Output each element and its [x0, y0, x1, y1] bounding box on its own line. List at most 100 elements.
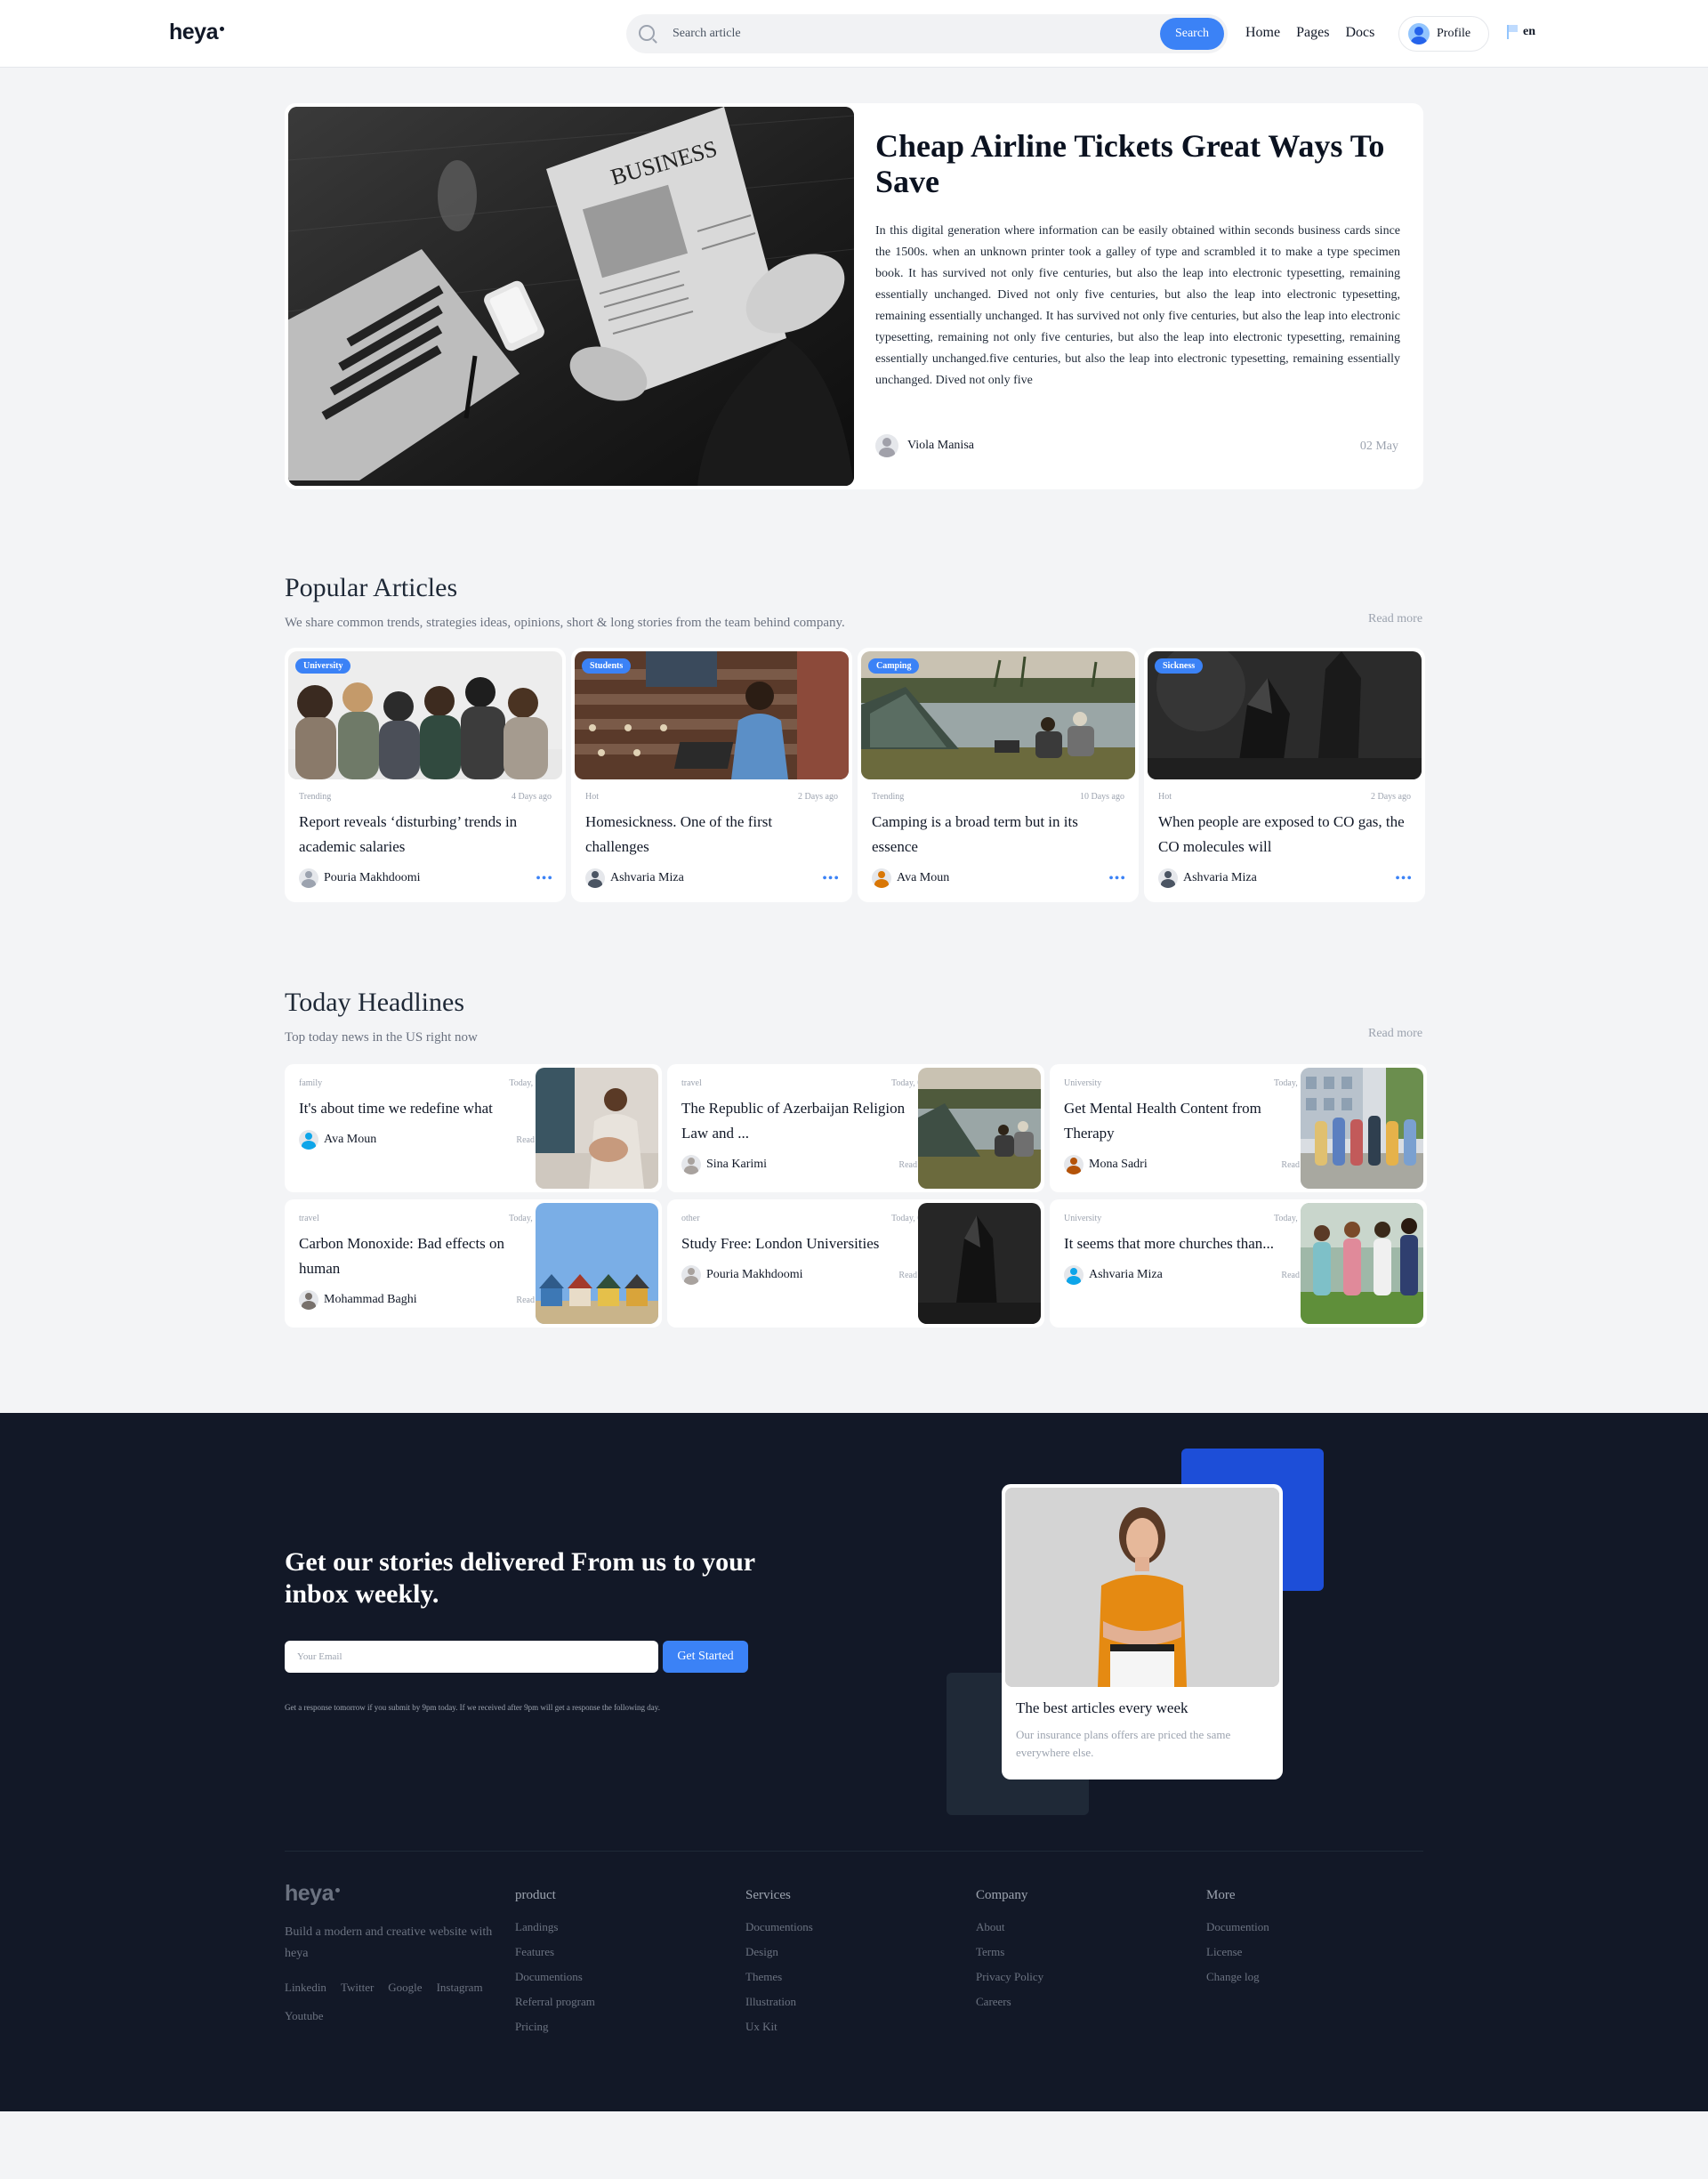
footer-link[interactable]: Documentions — [745, 1919, 813, 1935]
category-badge[interactable]: Students — [582, 658, 632, 674]
footer-column-title: product — [515, 1888, 556, 1902]
popular-read-more-link[interactable]: Read more — [1368, 612, 1422, 626]
footer-link[interactable]: Careers — [976, 1994, 1043, 2010]
main-nav: Home Pages Docs — [1245, 25, 1374, 41]
headline-card[interactable]: University Today, 10:00 Get Mental Healt… — [1050, 1064, 1427, 1192]
footer-link[interactable]: Pricing — [515, 2019, 595, 2035]
article-title[interactable]: Homesickness. One of the first challenge… — [585, 810, 838, 859]
article-time: 4 Days ago — [512, 792, 552, 802]
article-title[interactable]: When people are exposed to CO gas, the C… — [1158, 810, 1411, 859]
language-selector[interactable]: en — [1507, 25, 1535, 39]
footer-link[interactable]: Documention — [1206, 1919, 1269, 1935]
featured-article-author[interactable]: Viola Manisa — [875, 434, 974, 457]
footer-link[interactable]: Design — [745, 1944, 813, 1960]
category-badge[interactable]: Camping — [868, 658, 920, 674]
popular-articles-subtitle: We share common trends, strategies ideas… — [285, 616, 845, 630]
footer-column-product: product Landings Features Documentions R… — [515, 1888, 595, 2044]
newsletter-email-input[interactable] — [285, 1641, 658, 1673]
search-input[interactable] — [673, 14, 1100, 53]
headline-card[interactable]: travel Today, 09:30 The Republic of Azer… — [667, 1064, 1044, 1192]
more-options-icon[interactable]: ••• — [536, 872, 553, 886]
headline-category: family — [299, 1078, 323, 1088]
author-name: Ashvaria Miza — [610, 871, 684, 884]
featured-article[interactable]: BUSINESS Cheap Airline Tickets Great Way… — [285, 103, 1423, 489]
headline-author[interactable]: Ashvaria Miza — [1064, 1265, 1163, 1285]
headline-card[interactable]: family Today, 11:20 It's about time we r… — [285, 1064, 662, 1192]
author-avatar — [681, 1265, 701, 1285]
social-linkedin-link[interactable]: Linkedin — [285, 1981, 326, 1995]
headline-title[interactable]: Carbon Monoxide: Bad effects on human — [299, 1231, 530, 1281]
footer-link[interactable]: Documentions — [515, 1969, 595, 1985]
author-avatar — [1064, 1265, 1084, 1285]
search-button[interactable]: Search — [1160, 18, 1224, 50]
category-badge[interactable]: Sickness — [1155, 658, 1204, 674]
article-card[interactable]: University Trending 4 Days ago Report re… — [285, 648, 566, 902]
profile-label: Profile — [1437, 27, 1471, 40]
footer-column-services: Services Documentions Design Themes Illu… — [745, 1888, 813, 2044]
article-title[interactable]: Camping is a broad term but in its essen… — [872, 810, 1124, 859]
article-card[interactable]: Sickness Hot 2 Days ago When people are … — [1144, 648, 1425, 902]
headline-author[interactable]: Pouria Makhdoomi — [681, 1265, 803, 1285]
author-name: Mohammad Baghi — [324, 1293, 417, 1306]
footer-link[interactable]: Landings — [515, 1919, 595, 1935]
social-twitter-link[interactable]: Twitter — [341, 1981, 374, 1995]
article-author[interactable]: Pouria Makhdoomi — [299, 868, 421, 888]
headline-image — [918, 1068, 1041, 1189]
social-youtube-link[interactable]: Youtube — [285, 2009, 323, 2023]
logo[interactable]: heya — [169, 20, 224, 45]
more-options-icon[interactable]: ••• — [822, 872, 840, 886]
headline-image — [536, 1068, 658, 1189]
nav-pages[interactable]: Pages — [1296, 25, 1329, 41]
headline-author[interactable]: Sina Karimi — [681, 1155, 767, 1174]
headline-author[interactable]: Mona Sadri — [1064, 1155, 1148, 1174]
more-options-icon[interactable]: ••• — [1108, 872, 1126, 886]
headlines-read-more-link[interactable]: Read more — [1368, 1027, 1422, 1041]
promo-title: The best articles every week — [1016, 1699, 1188, 1716]
nav-home[interactable]: Home — [1245, 25, 1280, 41]
more-options-icon[interactable]: ••• — [1395, 872, 1413, 886]
promo-card[interactable]: The best articles every week Our insuran… — [1002, 1484, 1283, 1780]
headline-card[interactable]: University Today, 10:00 It seems that mo… — [1050, 1199, 1427, 1328]
footer-link[interactable]: Terms — [976, 1944, 1043, 1960]
headline-card[interactable]: travel Today, 14:50 Carbon Monoxide: Bad… — [285, 1199, 662, 1328]
category-badge[interactable]: University — [295, 658, 351, 674]
get-started-button[interactable]: Get Started — [663, 1641, 748, 1673]
article-title[interactable]: Report reveals ‘disturbing’ trends in ac… — [299, 810, 552, 859]
headline-title[interactable]: The Republic of Azerbaijan Religion Law … — [681, 1096, 913, 1146]
footer-link[interactable]: Illustration — [745, 1994, 813, 2010]
social-google-link[interactable]: Google — [388, 1981, 422, 1995]
author-avatar — [875, 434, 898, 457]
footer-logo[interactable]: heya — [285, 1881, 340, 1907]
article-author[interactable]: Ashvaria Miza — [585, 868, 684, 888]
social-instagram-link[interactable]: Instagram — [437, 1981, 483, 1995]
nav-docs[interactable]: Docs — [1345, 25, 1374, 41]
footer-link[interactable]: Privacy Policy — [976, 1969, 1043, 1985]
headline-author[interactable]: Ava Moun — [299, 1130, 376, 1150]
author-name: Ava Moun — [324, 1133, 377, 1146]
headline-card[interactable]: other Today, 09:30 Study Free: London Un… — [667, 1199, 1044, 1328]
footer-column-more: More Documention License Change log — [1206, 1888, 1269, 1994]
author-name: Pouria Makhdoomi — [324, 871, 421, 884]
author-avatar — [585, 868, 605, 888]
headline-author[interactable]: Mohammad Baghi — [299, 1290, 417, 1310]
footer-link[interactable]: License — [1206, 1944, 1269, 1960]
footer-link[interactable]: Referral program — [515, 1994, 595, 2010]
footer-link[interactable]: Themes — [745, 1969, 813, 1985]
article-card[interactable]: Camping Trending 10 Days ago Camping is … — [858, 648, 1139, 902]
headline-title[interactable]: Get Mental Health Content from Therapy — [1064, 1096, 1295, 1146]
headline-category: travel — [299, 1214, 319, 1223]
footer-link[interactable]: Change log — [1206, 1969, 1269, 1985]
headline-title[interactable]: It's about time we redefine what — [299, 1096, 530, 1121]
featured-article-title[interactable]: Cheap Airline Tickets Great Ways To Save — [875, 128, 1400, 199]
newsletter-note: Get a response tomorrow if you submit by… — [285, 1703, 660, 1712]
profile-button[interactable]: Profile — [1398, 16, 1489, 52]
headline-title[interactable]: Study Free: London Universities — [681, 1231, 913, 1256]
article-author[interactable]: Ava Moun — [872, 868, 949, 888]
article-author[interactable]: Ashvaria Miza — [1158, 868, 1257, 888]
footer-link[interactable]: About — [976, 1919, 1043, 1935]
footer-link[interactable]: Ux Kit — [745, 2019, 813, 2035]
headline-title[interactable]: It seems that more churches than... — [1064, 1231, 1295, 1256]
footer-link[interactable]: Features — [515, 1944, 595, 1960]
article-card[interactable]: Students Hot 2 Days ago Homesickness. On… — [571, 648, 852, 902]
author-name: Ashvaria Miza — [1183, 871, 1257, 884]
